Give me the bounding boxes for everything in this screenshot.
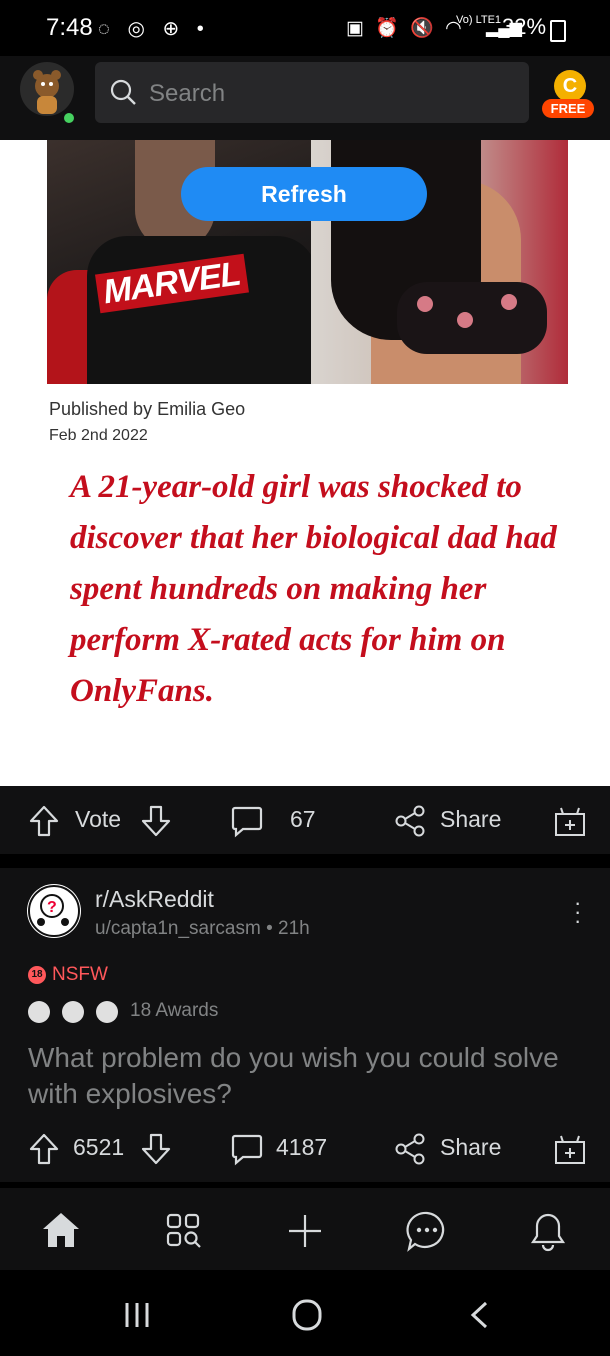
status-time: 7:48 (46, 14, 93, 41)
create-icon[interactable] (286, 1212, 324, 1255)
downvote-icon[interactable] (140, 804, 172, 843)
post2-card[interactable]: ? r/AskReddit u/capta1n_sarcasm • 21h · ·… (0, 868, 610, 1120)
gift-icon[interactable] (553, 804, 587, 843)
system-navigation-bar (0, 1270, 610, 1356)
post-separator (0, 854, 610, 868)
svg-text:?: ? (47, 899, 57, 916)
status-notification-icons: ◌ ◎ ⊕ • (98, 18, 210, 40)
awards-count[interactable]: 18 Awards (130, 1000, 218, 1022)
discover-icon[interactable] (165, 1212, 203, 1255)
battery-percent: 32% (502, 14, 547, 39)
app-header: Search C FREE (0, 56, 610, 140)
subreddit-name[interactable]: r/AskReddit (95, 886, 214, 913)
home-circle-icon[interactable] (290, 1298, 324, 1337)
gift-icon[interactable] (553, 1132, 587, 1171)
vote-label: Vote (75, 806, 122, 832)
status-system-icons: ▣ ⏰ 🔇 ◠ (346, 18, 465, 39)
post-byline[interactable]: u/capta1n_sarcasm • 21h (95, 918, 310, 940)
downvote-icon[interactable] (140, 1132, 172, 1171)
recents-icon[interactable] (122, 1300, 152, 1335)
bottom-navigation (0, 1188, 610, 1270)
status-bar: 7:48 ◌ ◎ ⊕ • ▣ ⏰ 🔇 ◠ Vo) LTE1 ▂▄▆ 32% (0, 0, 610, 56)
image-headline: A 21-year-old girl was shocked to discov… (70, 469, 557, 709)
award-icon-3[interactable] (96, 1001, 118, 1023)
share-label[interactable]: Share (440, 806, 501, 833)
published-date: Feb 2nd 2022 (49, 427, 148, 444)
search-bar[interactable]: Search (95, 62, 529, 123)
post2-action-bar: 6521 4187 Share (0, 1114, 610, 1182)
comment-icon[interactable] (230, 1132, 264, 1171)
share-icon[interactable] (393, 1132, 427, 1171)
comment-count[interactable]: 4187 (276, 1134, 327, 1161)
online-status-dot (62, 111, 76, 125)
back-icon[interactable] (466, 1300, 492, 1335)
nsfw-label: NSFW (52, 964, 108, 985)
battery-icon (550, 20, 566, 42)
search-icon (109, 78, 137, 111)
award-icon-2[interactable] (62, 1001, 84, 1023)
published-by: Published by Emilia Geo (49, 399, 246, 419)
comment-icon[interactable] (230, 804, 264, 843)
free-badge[interactable]: FREE (542, 99, 594, 118)
share-icon[interactable] (393, 804, 427, 843)
refresh-button[interactable]: Refresh (181, 167, 427, 221)
search-placeholder: Search (149, 80, 226, 107)
upvote-icon[interactable] (28, 1132, 60, 1171)
home-icon[interactable] (40, 1210, 82, 1255)
award-icon-1[interactable] (28, 1001, 50, 1023)
bell-icon[interactable] (528, 1210, 568, 1257)
user-avatar[interactable] (20, 62, 74, 116)
post-image[interactable]: MARVEL Refresh Published by Emilia Geo F… (0, 140, 610, 786)
comment-count[interactable]: 67 (290, 806, 316, 833)
more-options-icon[interactable]: · · · (574, 892, 581, 932)
chat-icon[interactable] (405, 1210, 449, 1257)
upvote-icon[interactable] (28, 804, 60, 843)
coin-icon[interactable]: C (554, 70, 586, 102)
nsfw-badge-icon: 18 (28, 966, 46, 984)
post1-action-bar: Vote 67 Share (0, 786, 610, 854)
post-title[interactable]: What problem do you wish you could solve… (28, 1040, 568, 1112)
vote-count: 6521 (73, 1134, 125, 1160)
share-label[interactable]: Share (440, 1134, 501, 1161)
subreddit-icon[interactable]: ? (27, 884, 81, 938)
